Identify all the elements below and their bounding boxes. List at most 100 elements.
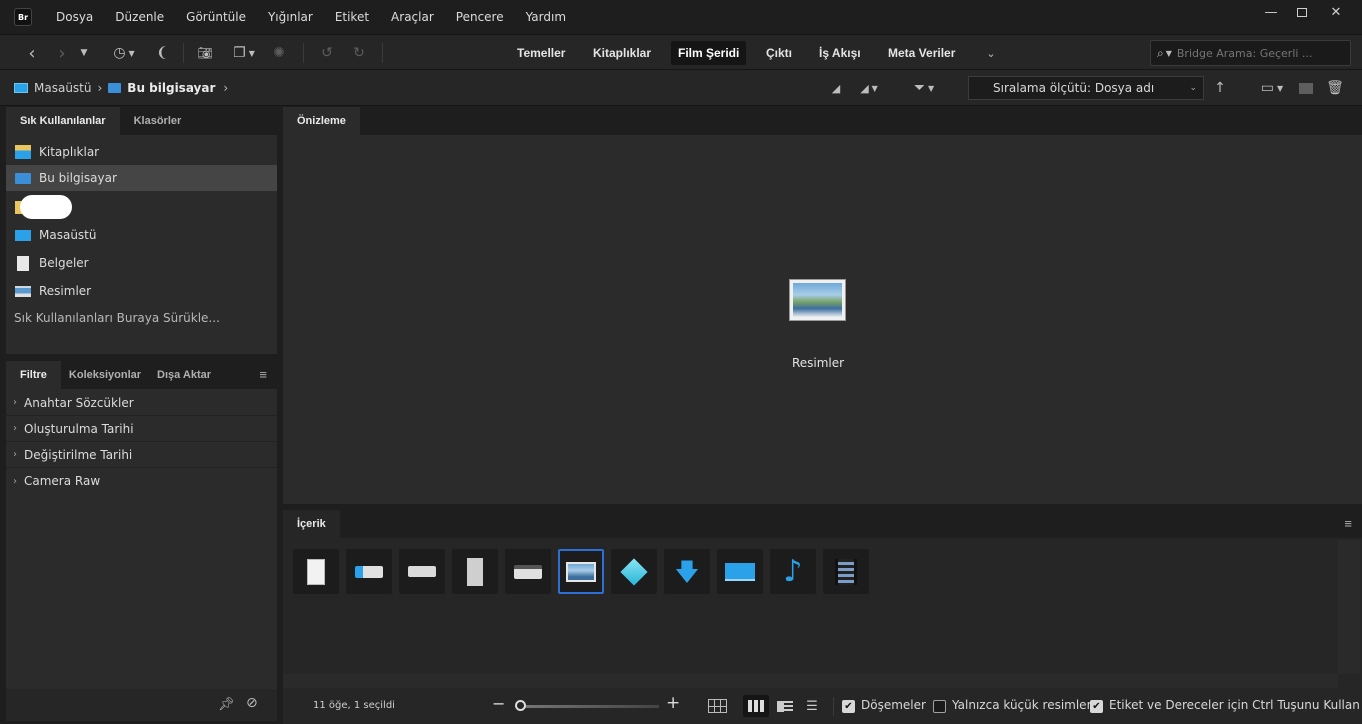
tab-icerik[interactable]: İçerik xyxy=(283,510,340,538)
tab-sik-kullanilanlar[interactable]: Sık Kullanılanlar xyxy=(6,107,120,135)
content-tile-downloads[interactable]: 🡇 xyxy=(664,549,710,594)
maximize-button[interactable] xyxy=(1287,2,1317,22)
thumbnails-only-checkbox[interactable] xyxy=(933,700,946,713)
arrow-up-icon: ↑ xyxy=(1214,80,1226,96)
ctrl-key-checkbox[interactable]: ✔ xyxy=(1090,700,1103,713)
content-tile-dvd[interactable] xyxy=(505,549,551,594)
chevron-right-icon: › xyxy=(223,81,229,95)
back-button[interactable]: ‹ xyxy=(22,41,42,65)
zoom-in-button[interactable]: + xyxy=(666,693,680,713)
drive-icon xyxy=(408,566,436,577)
filter-anahtar-sozcukler[interactable]: › Anahtar Sözcükler xyxy=(6,390,277,416)
filter-label: Camera Raw xyxy=(24,474,101,488)
new-folder-button[interactable] xyxy=(1296,76,1316,100)
rating-filter-button[interactable]: ◢ ▼ xyxy=(852,76,886,100)
content-tile-desktop[interactable] xyxy=(717,549,763,594)
menu-duzenle[interactable]: Düzenle xyxy=(115,10,164,24)
menu-etiket[interactable]: Etiket xyxy=(335,10,369,24)
workspace-film-seridi[interactable]: Film Şeridi xyxy=(671,41,747,65)
chevron-left-icon: ‹ xyxy=(28,42,36,64)
chevron-right-icon: › xyxy=(13,475,17,487)
workspace-kitapliklar[interactable]: Kitaplıklar xyxy=(586,41,658,65)
favorite-masaustu[interactable]: Masaüstü xyxy=(6,222,277,248)
forward-button[interactable]: › xyxy=(52,41,72,65)
tab-koleksiyonlar[interactable]: Koleksiyonlar xyxy=(61,361,149,389)
sort-dropdown[interactable]: Sıralama ölçütü: Dosya adı ⌄ xyxy=(968,76,1204,100)
cancel-filter-icon[interactable]: ⊘ xyxy=(246,695,258,711)
pictures-folder-icon xyxy=(566,561,596,582)
content-horizontal-scrollbar[interactable] xyxy=(283,674,1338,688)
close-button[interactable]: ✕ xyxy=(1321,2,1351,22)
minimize-button[interactable]: — xyxy=(1256,2,1286,22)
content-vertical-scrollbar[interactable] xyxy=(1338,540,1360,674)
lock-grid-button[interactable] xyxy=(708,699,727,713)
workspace-meta-veriler[interactable]: Meta Veriler xyxy=(881,41,962,65)
delete-button[interactable]: 🗑︎ xyxy=(1325,76,1345,100)
get-photos-button[interactable]: 📷︎ xyxy=(194,41,216,65)
content-panel-menu[interactable]: ≡ xyxy=(1334,510,1362,538)
menu-yiginlar[interactable]: Yığınlar xyxy=(268,10,313,24)
recent-files-button[interactable]: ◷ ▼ xyxy=(106,41,142,65)
workspace-cikti[interactable]: Çıktı xyxy=(759,41,799,65)
menu-dosya[interactable]: Dosya xyxy=(56,10,93,24)
pin-icon[interactable]: 📌︎ xyxy=(218,697,235,712)
favorite-kitapliklar[interactable]: Kitaplıklar xyxy=(6,139,277,165)
content-tile-windows-drive[interactable] xyxy=(346,549,392,594)
tab-klasorler[interactable]: Klasörler xyxy=(120,107,196,135)
open-recent-folder-button[interactable]: ▭ ▼ xyxy=(1254,76,1290,100)
workspace-temeller[interactable]: Temeller xyxy=(510,41,572,65)
status-bar: 11 öğe, 1 seçildi − + ☰ ✔ Döşemeler Yaln… xyxy=(283,689,1362,724)
favorite-belgeler[interactable]: Belgeler xyxy=(6,250,277,276)
slider-handle[interactable] xyxy=(515,700,526,711)
quality-options-button[interactable]: ◢ xyxy=(826,76,846,100)
favorite-user-folder[interactable] xyxy=(6,194,277,220)
menu-araclar[interactable]: Araçlar xyxy=(391,10,434,24)
view-thumbnails-button[interactable] xyxy=(743,695,769,717)
workspace-is-akisi[interactable]: İş Akışı xyxy=(812,41,868,65)
return-to-app-button[interactable]: ❨ xyxy=(152,41,172,65)
tab-disa-aktar[interactable]: Dışa Aktar xyxy=(149,361,219,389)
view-list-button[interactable]: ☰ xyxy=(801,695,823,717)
tiles-checkbox[interactable]: ✔ xyxy=(842,700,855,713)
workspace-more-button[interactable]: ⌄ xyxy=(980,41,1002,65)
filter-degistirilme-tarihi[interactable]: › Değiştirilme Tarihi xyxy=(6,442,277,468)
tab-onizleme[interactable]: Önizleme xyxy=(283,107,360,135)
computer-icon xyxy=(15,172,31,184)
rotate-left-button[interactable]: ↺ xyxy=(316,41,338,65)
menu-pencere[interactable]: Pencere xyxy=(456,10,504,24)
slider-track xyxy=(519,705,659,708)
content-tile-tower[interactable] xyxy=(452,549,498,594)
videos-icon xyxy=(835,558,857,585)
zoom-out-button[interactable]: − xyxy=(492,694,505,713)
chevron-right-icon: › xyxy=(97,81,103,95)
search-box[interactable]: ⌕ ▼ xyxy=(1150,40,1351,66)
filter-panel-menu[interactable]: ≡ xyxy=(249,361,277,389)
favorite-resimler[interactable]: Resimler xyxy=(6,278,277,304)
filter-camera-raw[interactable]: › Camera Raw xyxy=(6,468,277,494)
content-tile-music[interactable]: ♪ xyxy=(770,549,816,594)
favorite-bu-bilgisayar[interactable]: Bu bilgisayar xyxy=(6,165,277,191)
menu-goruntule[interactable]: Görüntüle xyxy=(186,10,246,24)
thumbnail-size-slider[interactable] xyxy=(515,699,659,713)
tab-filtre[interactable]: Filtre xyxy=(6,361,61,389)
recent-nav-dropdown[interactable]: ▼ xyxy=(76,41,92,65)
filter-label: Oluşturulma Tarihi xyxy=(24,421,134,436)
menu-yardim[interactable]: Yardım xyxy=(526,10,566,24)
content-tile-resimler[interactable] xyxy=(558,549,604,594)
rotate-left-icon: ↺ xyxy=(321,45,333,61)
refine-button[interactable]: ❐ ▼ xyxy=(226,41,262,65)
breadcrumb-bu-bilgisayar[interactable]: Bu bilgisayar xyxy=(127,81,215,95)
filter-items-button[interactable]: ⏷ ▼ xyxy=(906,76,942,100)
content-tile-videos[interactable] xyxy=(823,549,869,594)
content-tile-3d-objects[interactable] xyxy=(611,549,657,594)
open-in-camera-raw-button[interactable]: ✺ xyxy=(268,41,290,65)
sort-direction-button[interactable]: ↑ xyxy=(1210,76,1230,100)
breadcrumb-masaustu[interactable]: Masaüstü xyxy=(34,81,91,95)
filter-olusturulma-tarihi[interactable]: › Oluşturulma Tarihi xyxy=(6,416,277,442)
view-details-button[interactable] xyxy=(774,695,796,717)
search-input[interactable] xyxy=(1176,46,1337,60)
rotate-right-button[interactable]: ↻ xyxy=(348,41,370,65)
content-tile-drive[interactable] xyxy=(399,549,445,594)
refine-icon: ❐ xyxy=(233,45,246,61)
content-tile-belgeler[interactable] xyxy=(293,549,339,594)
